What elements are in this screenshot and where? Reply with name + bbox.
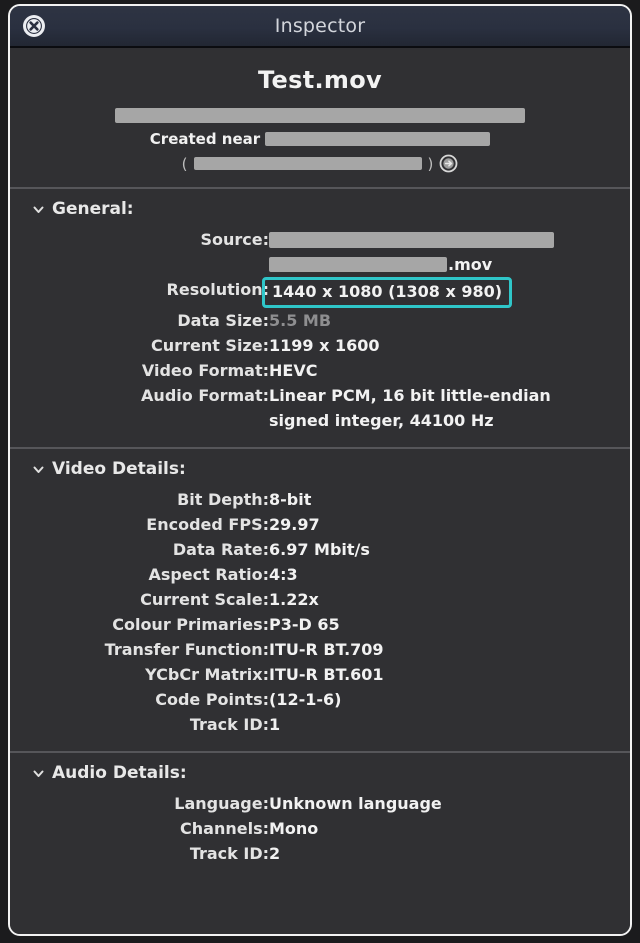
general-rows: Source: .mov Resolution: 1440 x 1080 (13… [10, 227, 630, 433]
resolution-highlight: 1440 x 1080 (1308 x 980) [262, 277, 513, 308]
row-value: 1199 x 1600 [269, 336, 380, 355]
inspector-body: Test.mov Created near ( ) General: Sourc… [10, 48, 630, 934]
chevron-down-icon [33, 466, 44, 473]
close-circle-icon [24, 16, 44, 36]
row-channels: Channels: Mono [10, 816, 630, 841]
row-label: Source: [200, 230, 269, 249]
row-video-format: Video Format: HEVC [10, 358, 630, 383]
row-value: 5.5 MB [269, 311, 332, 330]
row-encoded-fps: Encoded FPS: 29.97 [10, 512, 630, 537]
row-source: Source: .mov [10, 227, 630, 277]
source-extension: .mov [448, 255, 493, 274]
inspector-window: Inspector Test.mov Created near ( ) Gene… [8, 4, 632, 936]
row-value: 8-bit [269, 490, 312, 509]
section-header-video-details[interactable]: Video Details: [10, 459, 630, 479]
row-label: YCbCr Matrix: [145, 665, 269, 684]
row-label: Channels: [180, 819, 269, 838]
row-value: 1.22x [269, 590, 319, 609]
row-current-scale: Current Scale: 1.22x [10, 587, 630, 612]
row-value: ITU-R BT.709 [269, 640, 384, 659]
section-title-audio-details: Audio Details: [52, 763, 187, 783]
row-label: Language: [174, 794, 269, 813]
window-title: Inspector [274, 15, 366, 37]
file-header: Test.mov Created near ( ) [10, 48, 630, 187]
chevron-down-icon [33, 770, 44, 777]
row-label: Track ID: [189, 844, 269, 863]
audio-details-rows: Language: Unknown language Channels: Mon… [10, 791, 630, 866]
row-colour-primaries: Colour Primaries: P3-D 65 [10, 612, 630, 637]
row-value: Linear PCM, 16 bit little-endian signed … [269, 386, 551, 430]
section-title-general: General: [52, 199, 134, 219]
row-label: Data Size: [177, 311, 269, 330]
coordinates-redacted-bar [193, 157, 422, 170]
close-button[interactable] [23, 15, 45, 37]
row-label: Audio Format: [141, 386, 269, 405]
path-redacted-bar [115, 108, 525, 123]
created-near-row: Created near [10, 130, 630, 148]
row-label: Current Scale: [140, 590, 269, 609]
row-transfer-function: Transfer Function: ITU-R BT.709 [10, 637, 630, 662]
source-line1 [269, 227, 630, 252]
section-video-details: Video Details: Bit Depth: 8-bit Encoded … [10, 449, 630, 751]
row-value: Mono [269, 819, 319, 838]
video-details-rows: Bit Depth: 8-bit Encoded FPS: 29.97 Data… [10, 487, 630, 737]
arrow-right-circle-icon[interactable] [439, 154, 458, 173]
row-value: 2 [269, 844, 281, 863]
section-audio-details: Audio Details: Language: Unknown languag… [10, 753, 630, 880]
source-redacted-bar-1 [269, 231, 554, 248]
section-header-audio-details[interactable]: Audio Details: [10, 763, 630, 783]
row-label: Colour Primaries: [112, 615, 269, 634]
file-name: Test.mov [258, 66, 382, 94]
row-data-rate: Data Rate: 6.97 Mbit/s [10, 537, 630, 562]
paren-close: ) [427, 154, 434, 173]
section-title-video-details: Video Details: [52, 459, 186, 479]
row-label: Aspect Ratio: [148, 565, 269, 584]
row-data-size: Data Size: 5.5 MB [10, 308, 630, 333]
row-resolution: Resolution: 1440 x 1080 (1308 x 980) [10, 277, 630, 308]
row-value: 4:3 [269, 565, 298, 584]
row-ycbcr-matrix: YCbCr Matrix: ITU-R BT.601 [10, 662, 630, 687]
title-bar: Inspector [10, 6, 630, 48]
row-bit-depth: Bit Depth: 8-bit [10, 487, 630, 512]
row-audio-format: Audio Format: Linear PCM, 16 bit little-… [10, 383, 630, 433]
row-label: Track ID: [189, 715, 269, 734]
row-language: Language: Unknown language [10, 791, 630, 816]
row-value: ITU-R BT.601 [269, 665, 384, 684]
source-redacted-bar-2 [269, 257, 447, 272]
row-label: Current Size: [151, 336, 269, 355]
row-aspect-ratio: Aspect Ratio: 4:3 [10, 562, 630, 587]
row-value: 6.97 Mbit/s [269, 540, 370, 559]
row-track-id-video: Track ID: 1 [10, 712, 630, 737]
row-value: .mov [269, 227, 630, 277]
row-code-points: Code Points: (12-1-6) [10, 687, 630, 712]
row-value: 29.97 [269, 515, 320, 534]
row-value: 1 [269, 715, 281, 734]
row-value: P3-D 65 [269, 615, 340, 634]
row-track-id-audio: Track ID: 2 [10, 841, 630, 866]
row-label: Data Rate: [172, 540, 269, 559]
source-line2: .mov [269, 252, 630, 277]
location-redacted-bar [265, 132, 491, 146]
coordinates-row: ( ) [10, 154, 630, 173]
row-label: Video Format: [141, 361, 269, 380]
row-value: 1440 x 1080 (1308 x 980) [262, 277, 630, 308]
created-near-label: Created near [149, 130, 261, 148]
row-label: Transfer Function: [104, 640, 269, 659]
row-value: (12-1-6) [269, 690, 342, 709]
row-label: Bit Depth: [177, 490, 269, 509]
row-current-size: Current Size: 1199 x 1600 [10, 333, 630, 358]
section-general: General: Source: .mov Resolution: 1440 x… [10, 189, 630, 447]
row-label: Resolution: [166, 280, 269, 299]
paren-open: ( [181, 154, 188, 173]
section-header-general[interactable]: General: [10, 199, 630, 219]
row-value: Unknown language [269, 794, 442, 813]
row-label: Encoded FPS: [146, 515, 269, 534]
chevron-down-icon [33, 206, 44, 213]
row-value: HEVC [269, 361, 318, 380]
row-label: Code Points: [155, 690, 269, 709]
